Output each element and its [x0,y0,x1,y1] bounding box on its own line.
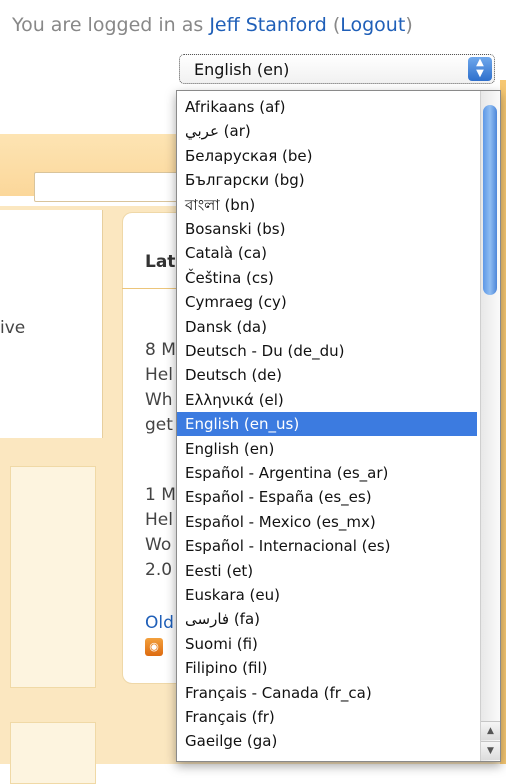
language-option[interactable]: عربي (ar) [177,119,477,143]
language-option[interactable]: Euskara (eu) [177,583,477,607]
language-option[interactable]: বাংলা (bn) [177,193,477,217]
language-option[interactable]: Suomi (fi) [177,632,477,656]
language-option[interactable]: Dansk (da) [177,315,477,339]
language-option[interactable]: Беларуская (be) [177,144,477,168]
scroll-down-arrow-icon[interactable]: ▼ [481,741,500,760]
language-option[interactable]: Cymraeg (cy) [177,290,477,314]
language-option[interactable]: Français - Canada (fr_ca) [177,681,477,705]
logout-link[interactable]: Logout [340,14,405,36]
language-option[interactable]: Bosanski (bs) [177,217,477,241]
panel-line: 1 M [145,485,176,505]
left-partial-text: ive [0,318,26,338]
panel-line: get [145,415,173,435]
language-option[interactable]: English (en) [177,437,477,461]
older-posts-link[interactable]: Old [145,613,174,633]
panel-title: Lat [145,252,176,272]
panel-line: Wo [145,535,172,555]
language-option[interactable]: Български (bg) [177,168,477,192]
language-option[interactable]: Deutsch - Du (de_du) [177,339,477,363]
language-dropdown[interactable]: Gaeilge (ga) Français (fr) Français - Cana… [176,90,501,762]
language-option[interactable]: Français (fr) [177,705,477,729]
language-option[interactable]: فارسی (fa) [177,607,477,631]
panel-line: 8 M [145,340,176,360]
login-status: You are logged in as Jeff Stanford (Logo… [12,14,413,36]
up-down-arrows-icon: ▲ ▼ [468,57,492,81]
language-option[interactable]: Español - Argentina (es_ar) [177,461,477,485]
rss-icon[interactable]: ◉ [145,638,163,656]
language-option[interactable]: Eesti (et) [177,559,477,583]
panel-line: 2.0 [145,560,173,580]
dropdown-scrollbar[interactable]: ▲ ▼ [480,91,500,761]
language-option[interactable]: Čeština (cs) [177,266,477,290]
logout-open-paren: ( [326,14,341,36]
language-option[interactable]: Español - España (es_es) [177,485,477,509]
language-option[interactable]: Afrikaans (af) [177,95,477,119]
language-option[interactable]: Català (ca) [177,241,477,265]
language-select-value: English (en) [194,60,290,79]
language-select[interactable]: English (en) ▲ ▼ [179,54,495,84]
language-option[interactable]: English (en_us) [177,412,477,437]
logout-close-paren: ) [405,14,413,36]
language-option[interactable]: Ελληνικά (el) [177,388,477,412]
panel-line: Hel [145,365,173,385]
panel-line: Hel [145,510,173,530]
scrollbar-thumb[interactable] [483,105,497,295]
user-name-link[interactable]: Jeff Stanford [209,14,326,36]
left-sidebar-box-2 [10,722,96,784]
language-option[interactable]: Español - Mexico (es_mx) [177,510,477,534]
language-option[interactable]: Deutsch (de) [177,363,477,387]
left-sidebar-box [10,466,96,688]
logged-in-text: You are logged in as [12,14,210,36]
scroll-up-arrow-icon[interactable]: ▲ [481,721,500,740]
language-option[interactable]: Español - Internacional (es) [177,534,477,558]
panel-line: Wh [145,390,173,410]
language-option[interactable]: Filipino (fil) [177,656,477,680]
language-option[interactable]: Gaeilge (ga) [177,729,477,753]
